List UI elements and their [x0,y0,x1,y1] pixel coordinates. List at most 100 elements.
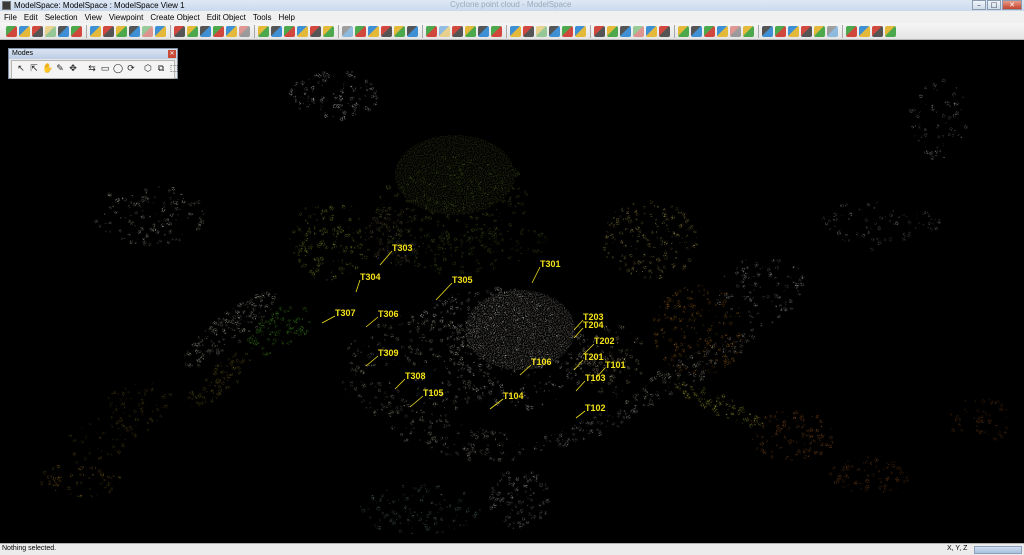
target-tag-t204[interactable]: T204 [583,320,604,330]
target-tag-t303[interactable]: T303 [392,243,413,253]
object-icon[interactable] [323,26,334,37]
render-icon[interactable] [646,26,657,37]
color-icon[interactable] [394,26,405,37]
render-icon[interactable] [310,26,321,37]
erase-icon[interactable] [407,26,418,37]
modes-palette[interactable]: Modes ✕ ↖ ⇱ ✋ ✎ ✥ ⇆ ▭ ◯ ⟳ ⬡ ⧉ ⬚ [8,48,178,79]
3d-viewport[interactable]: T303 T304 T305 T301 T307 T306 T309 T308 T105 T104… [0,41,1024,543]
target-tag-t306[interactable]: T306 [378,309,399,319]
zoom-icon[interactable] [452,26,463,37]
region-select-icon[interactable]: ⇱ [29,64,39,75]
maximize-button[interactable]: □ [987,0,1001,10]
target-tag-t201[interactable]: T201 [583,352,604,362]
cut-icon[interactable] [174,26,185,37]
shape-icon[interactable]: ⬡ [143,64,153,75]
measure-icon[interactable] [801,26,812,37]
target-tag-t106[interactable]: T106 [531,357,552,367]
rectangle-icon[interactable]: ▭ [100,64,110,75]
layer-icon[interactable] [717,26,728,37]
target-tag-t102[interactable]: T102 [585,403,606,413]
menu-edit[interactable]: Edit [24,13,38,22]
target-tag-t202[interactable]: T202 [594,336,615,346]
view-icon[interactable] [103,26,114,37]
menu-tools[interactable]: Tools [253,13,272,22]
target-tag-t103[interactable]: T103 [585,373,606,383]
seed-icon[interactable] [704,26,715,37]
undo-icon[interactable] [142,26,153,37]
target-tag-t308[interactable]: T308 [405,371,426,381]
fence-icon[interactable] [90,26,101,37]
pick-icon[interactable] [678,26,689,37]
view-icon[interactable] [439,26,450,37]
paste-icon[interactable] [200,26,211,37]
zoom-icon[interactable] [116,26,127,37]
multi-pick-icon[interactable] [19,26,30,37]
multi-pick-icon[interactable] [355,26,366,37]
erase-icon[interactable] [71,26,82,37]
target-tag-t301[interactable]: T301 [540,259,561,269]
seed-icon[interactable] [32,26,43,37]
zoom-in-icon[interactable] [239,26,250,37]
pan-icon[interactable] [633,26,644,37]
menu-view[interactable]: View [85,13,102,22]
object-icon[interactable] [659,26,670,37]
multi-pick-icon[interactable] [691,26,702,37]
modes-close-button[interactable]: ✕ [168,50,176,58]
target-tag-t307[interactable]: T307 [335,308,356,318]
redo-icon[interactable] [491,26,502,37]
delete-icon[interactable] [213,26,224,37]
menu-selection[interactable]: Selection [45,13,78,22]
paste-icon[interactable] [872,26,883,37]
paste-icon[interactable] [536,26,547,37]
copy-icon[interactable] [859,26,870,37]
pencil-icon[interactable]: ✎ [55,64,65,75]
measure-icon[interactable] [129,26,140,37]
orbit-icon[interactable] [284,26,295,37]
layer-icon[interactable] [381,26,392,37]
menu-edit-object[interactable]: Edit Object [207,13,246,22]
redo-icon[interactable] [827,26,838,37]
snap-icon[interactable] [562,26,573,37]
layer-icon[interactable] [45,26,56,37]
orbit-icon[interactable] [620,26,631,37]
delete-icon[interactable] [549,26,560,37]
rotate-icon[interactable]: ⟳ [126,64,136,75]
zoom-in-icon[interactable] [575,26,586,37]
delete-icon[interactable] [885,26,896,37]
erase-icon[interactable] [743,26,754,37]
menu-file[interactable]: File [4,13,17,22]
move-icon[interactable]: ✥ [68,64,78,75]
swap-icon[interactable]: ⇆ [87,64,97,75]
stack-icon[interactable]: ⧉ [156,64,166,75]
undo-icon[interactable] [478,26,489,37]
copy-icon[interactable] [187,26,198,37]
target-tag-t305[interactable]: T305 [452,275,473,285]
point-cloud-canvas[interactable]: T303 T304 T305 T301 T307 T306 T309 T308 T105 T104… [0,41,1024,543]
pick-icon[interactable] [6,26,17,37]
color-icon[interactable] [58,26,69,37]
target-tag-t101[interactable]: T101 [605,360,626,370]
menu-help[interactable]: Help [279,13,295,22]
cut-icon[interactable] [510,26,521,37]
undo-icon[interactable] [814,26,825,37]
color-icon[interactable] [730,26,741,37]
close-button[interactable]: ✕ [1002,0,1022,10]
target-tag-t304[interactable]: T304 [360,272,381,282]
fence-icon[interactable] [762,26,773,37]
zoom-out-icon[interactable] [594,26,605,37]
fence-icon[interactable] [426,26,437,37]
fit-icon[interactable] [271,26,282,37]
circle-icon[interactable]: ◯ [113,64,123,75]
menu-viewpoint[interactable]: Viewpoint [109,13,144,22]
redo-icon[interactable] [155,26,166,37]
fit-icon[interactable] [607,26,618,37]
target-tag-t104[interactable]: T104 [503,391,524,401]
view-icon[interactable] [775,26,786,37]
menu-create-object[interactable]: Create Object [150,13,199,22]
pick-icon[interactable] [342,26,353,37]
zoom-out-icon[interactable] [258,26,269,37]
snap-icon[interactable] [226,26,237,37]
target-tag-t309[interactable]: T309 [378,348,399,358]
minimize-button[interactable]: – [972,0,986,10]
seed-icon[interactable] [368,26,379,37]
